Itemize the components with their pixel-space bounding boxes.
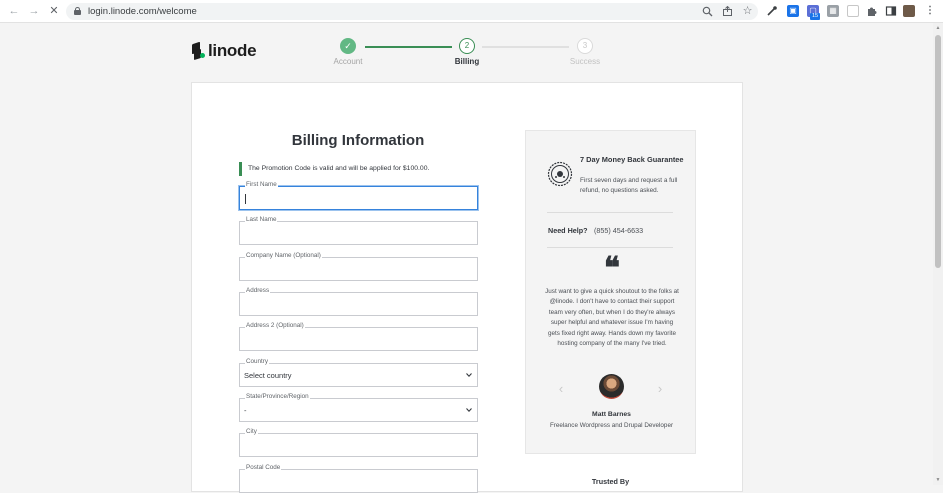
postal-code-field[interactable]: Postal Code — [239, 464, 478, 493]
step-label: Billing — [454, 57, 480, 66]
testimonial-prev-arrow-icon[interactable]: ‹ — [556, 382, 566, 395]
testimonial-text: Just want to give a quick shoutout to th… — [545, 288, 679, 348]
zoom-icon[interactable] — [702, 6, 713, 17]
linode-logo[interactable]: linode — [191, 41, 257, 61]
field-label: City — [245, 428, 258, 436]
page-scrollbar[interactable]: ▲ ▼ — [933, 23, 943, 485]
page-title: Billing Information — [291, 132, 425, 149]
extension-icon[interactable]: ▦ — [827, 5, 839, 17]
field-label: Company Name (Optional) — [245, 252, 322, 260]
logo-text: linode — [208, 41, 257, 60]
step-number: 2 — [459, 38, 475, 54]
last-name-field[interactable]: Last Name — [239, 216, 478, 245]
testimonial-author: Matt Barnes — [592, 411, 631, 418]
promo-success-message: The Promotion Code is valid and will be … — [239, 162, 477, 176]
selected-value: Select country — [244, 371, 292, 380]
profile-avatar-icon[interactable] — [903, 5, 915, 17]
scroll-up-arrow-icon[interactable]: ▲ — [935, 25, 941, 31]
selected-value: - — [244, 406, 247, 415]
side-panel-icon[interactable] — [885, 5, 897, 17]
field-label: State/Province/Region — [245, 393, 310, 401]
step-check-icon: ✓ — [340, 38, 356, 54]
bookmark-star-icon[interactable]: ☆ — [742, 6, 753, 17]
back-icon[interactable]: ← — [7, 4, 21, 18]
stop-loading-icon[interactable]: ✕ — [47, 4, 61, 18]
quote-icon: ❝ — [603, 251, 621, 286]
address-bar[interactable]: login.linode.com/welcome ☆ — [66, 3, 758, 20]
linode-logo-icon — [191, 41, 205, 60]
info-sidebar: 7 Day Money Back Guarantee First seven d… — [525, 130, 696, 454]
extension-icon[interactable]: ▣ — [787, 5, 799, 17]
scrollbar-thumb[interactable] — [935, 35, 941, 268]
field-label: Last Name — [245, 216, 278, 224]
divider — [547, 247, 673, 248]
forward-icon[interactable]: → — [27, 4, 41, 18]
share-icon[interactable] — [722, 5, 733, 17]
guarantee-title: 7 Day Money Back Guarantee — [580, 155, 684, 164]
extension-icon[interactable] — [847, 5, 859, 17]
step-number: 3 — [577, 38, 593, 54]
state-select[interactable]: State/Province/Region - — [239, 393, 478, 422]
text-cursor — [245, 194, 246, 204]
url-text[interactable]: login.linode.com/welcome — [88, 5, 197, 18]
step-success: 3 Success — [545, 38, 625, 66]
field-label: Country — [245, 358, 270, 366]
help-label: Need Help? — [548, 226, 588, 235]
puzzle-icon[interactable] — [866, 5, 878, 17]
step-label: Account — [333, 57, 363, 66]
field-label: Address — [245, 287, 271, 295]
address-2-field[interactable]: Address 2 (Optional) — [239, 322, 478, 351]
city-field[interactable]: City — [239, 428, 478, 457]
site-header: linode ✓ Account 2 Billing 3 Success — [0, 23, 943, 81]
first-name-field[interactable]: First Name — [239, 181, 478, 210]
testimonial-author-role: Freelance Wordpress and Drupal Developer — [549, 422, 674, 429]
step-label: Success — [569, 57, 601, 66]
divider — [547, 212, 673, 213]
chevron-down-icon — [466, 372, 472, 378]
step-account: ✓ Account — [308, 38, 388, 66]
help-phone-link[interactable]: (855) 454-6633 — [594, 226, 643, 235]
extension-badge: 15 — [810, 13, 820, 20]
eyedropper-icon[interactable] — [766, 5, 778, 17]
field-label: Address 2 (Optional) — [245, 322, 305, 330]
billing-card: Billing Information The Promotion Code i… — [191, 82, 743, 493]
avatar — [599, 374, 624, 399]
country-select[interactable]: Country Select country — [239, 358, 478, 387]
scroll-down-arrow-icon[interactable]: ▼ — [935, 477, 941, 483]
browser-toolbar: ← → ✕ login.linode.com/welcome ☆ ▣ ▢ 15 … — [0, 0, 943, 23]
field-label: First Name — [245, 181, 278, 189]
testimonial-next-arrow-icon[interactable]: › — [655, 382, 665, 395]
money-back-badge-icon — [547, 161, 573, 187]
step-billing: 2 Billing — [427, 38, 507, 66]
more-menu-icon[interactable]: ⋮ — [924, 5, 936, 17]
chevron-down-icon — [466, 407, 472, 413]
guarantee-text: First seven days and request a full refu… — [580, 177, 678, 194]
company-name-field[interactable]: Company Name (Optional) — [239, 252, 478, 281]
lock-icon[interactable] — [74, 7, 81, 15]
field-label: Postal Code — [245, 464, 282, 472]
address-field[interactable]: Address — [239, 287, 478, 316]
